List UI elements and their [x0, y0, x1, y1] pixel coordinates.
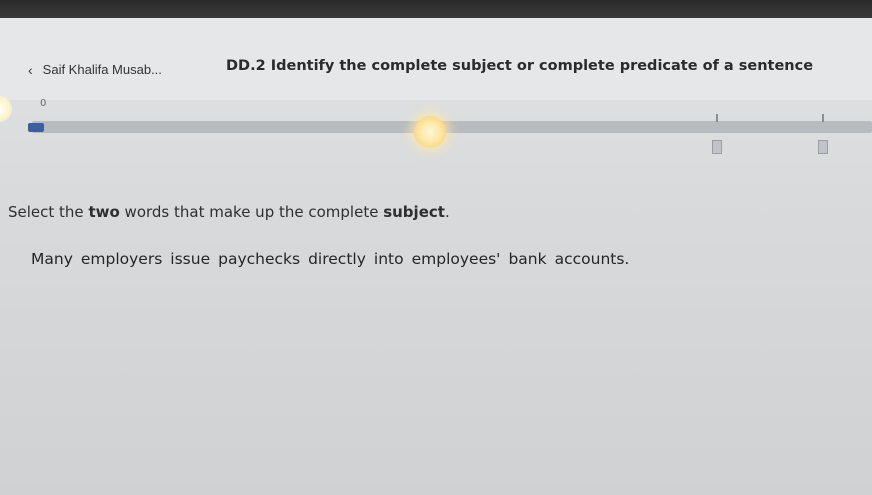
screen: ‹ Saif Khalifa Musab... DD.2 Identify th… [0, 0, 872, 495]
chevron-left-icon: ‹ [28, 61, 33, 78]
word-into[interactable]: into [373, 250, 405, 268]
word-employers[interactable]: employers [80, 250, 163, 268]
progress-tick [716, 114, 718, 122]
word-accounts[interactable]: accounts. [554, 250, 631, 268]
word-employees[interactable]: employees' [411, 250, 502, 268]
progress-bar [0, 100, 872, 160]
progress-knob [414, 116, 446, 148]
question-suffix: . [444, 203, 450, 221]
word-issue[interactable]: issue [169, 250, 211, 268]
word-bank[interactable]: bank [507, 250, 547, 268]
monitor-bezel [0, 0, 872, 18]
progress-track [32, 121, 872, 133]
word-paychecks[interactable]: paychecks [217, 250, 301, 268]
sentence: Many employers issue paychecks directly … [30, 250, 630, 268]
question-middle: words that make up the complete [119, 203, 384, 221]
question-prompt: Select the two words that make up the co… [8, 203, 450, 221]
word-many[interactable]: Many [30, 250, 74, 268]
progress-fill [28, 123, 44, 132]
progress-tick [822, 114, 824, 122]
question-prefix: Select the [8, 203, 89, 221]
back-link-label: Saif Khalifa Musab... [42, 62, 162, 77]
progress-marker [818, 140, 828, 154]
word-directly[interactable]: directly [307, 250, 367, 268]
skill-title: DD.2 Identify the complete subject or co… [226, 58, 814, 74]
back-link[interactable]: ‹ Saif Khalifa Musab... [28, 62, 162, 77]
progress-marker [712, 140, 722, 154]
question-emphasis-count: two [88, 203, 120, 221]
question-emphasis-target: subject [383, 203, 445, 221]
